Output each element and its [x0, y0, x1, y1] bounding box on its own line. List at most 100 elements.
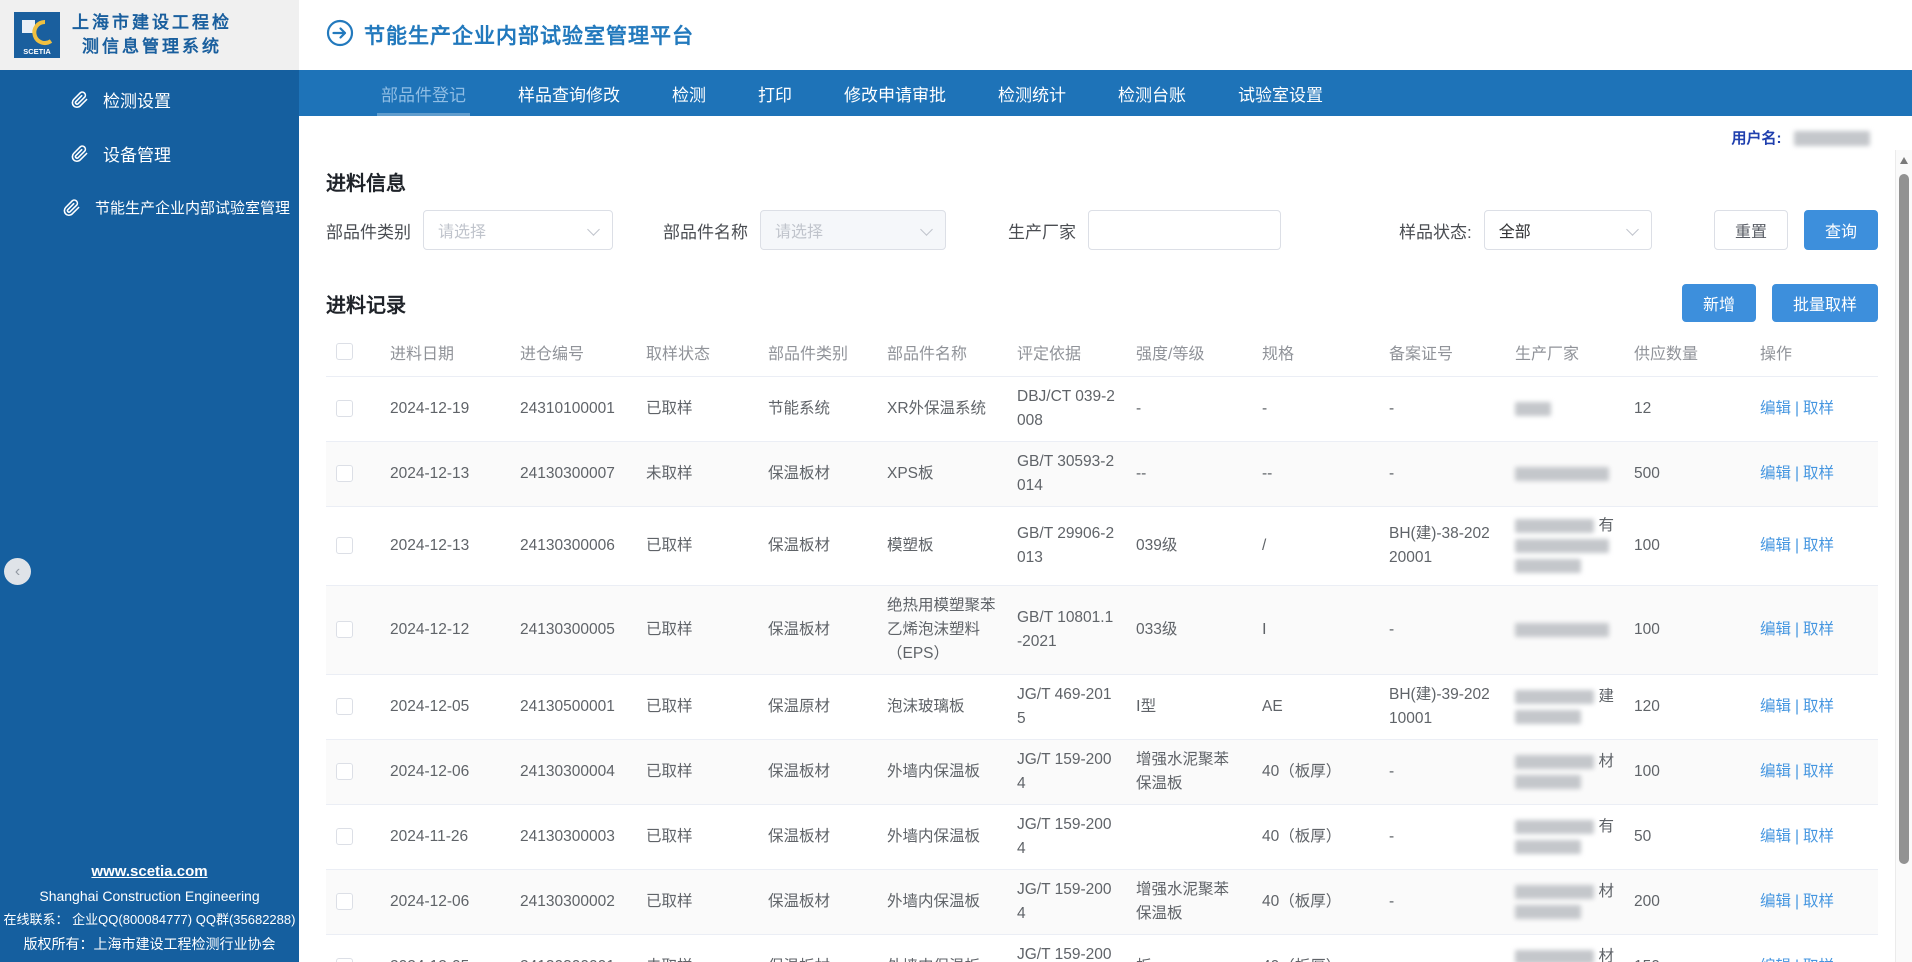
edit-link[interactable]: 编辑	[1760, 893, 1791, 910]
records-header: 进料记录 新增 批量取样	[326, 284, 1878, 322]
manufacturer-redacted: 有	[1515, 818, 1614, 836]
cell-cert: -	[1379, 934, 1505, 962]
edit-link[interactable]: 编辑	[1760, 621, 1791, 638]
sidebar-item-2[interactable]: 设备管理	[0, 126, 299, 180]
scetia-logo-icon: SCETIA	[14, 12, 60, 58]
cell-grade: 033级	[1126, 585, 1252, 675]
username-redacted	[1794, 131, 1870, 147]
sample-link[interactable]: 取样	[1803, 400, 1834, 417]
cell-cert: BH(建)-38-20220001	[1379, 506, 1505, 586]
cell-category: 保温板材	[758, 585, 877, 675]
nav-tab-5[interactable]: 修改申请审批	[818, 70, 972, 116]
cell-actions: 编辑|取样	[1750, 376, 1878, 442]
sidebar-collapse-button[interactable]: ‹	[4, 558, 31, 585]
nav-tab-1[interactable]: 部品件登记	[355, 70, 492, 116]
manufacturer-label: 生产厂家	[1008, 222, 1076, 242]
column-header-5: 部品件名称	[877, 332, 1007, 377]
system-title: 上海市建设工程检 测信息管理系统	[72, 13, 232, 56]
filter-row: 部品件类别 请选择 部品件名称 请选择 生产厂家 样品状态: 全部 重置 查询	[326, 210, 1878, 250]
user-row: 用户名:	[326, 127, 1878, 149]
scrollbar[interactable]	[1895, 150, 1912, 962]
nav-tab-6[interactable]: 检测统计	[972, 70, 1092, 116]
row-checkbox[interactable]	[336, 828, 353, 846]
column-header-7: 强度/等级	[1126, 332, 1252, 377]
sample-link[interactable]: 取样	[1803, 893, 1834, 910]
row-checkbox[interactable]	[336, 465, 353, 483]
category-select[interactable]: 请选择	[423, 210, 613, 250]
manufacturer-redacted	[1515, 537, 1614, 555]
batch-sample-button[interactable]: 批量取样	[1771, 284, 1878, 322]
edit-link[interactable]: 编辑	[1760, 828, 1791, 845]
cell-actions: 编辑|取样	[1750, 674, 1878, 740]
edit-link[interactable]: 编辑	[1760, 400, 1791, 417]
scrollbar-thumb[interactable]	[1899, 174, 1909, 864]
website-link[interactable]: www.scetia.com	[0, 860, 299, 884]
row-checkbox[interactable]	[336, 400, 353, 418]
sample-link[interactable]: 取样	[1803, 763, 1834, 780]
cell-date: 2024-12-06	[380, 739, 510, 805]
cell-code: 24130300004	[510, 739, 636, 805]
cell-date: 2024-12-19	[380, 376, 510, 442]
cell-grade: 板	[1126, 934, 1252, 962]
cell-cert: -	[1379, 739, 1505, 805]
sample-link[interactable]: 取样	[1803, 465, 1834, 482]
nav-tab-2[interactable]: 样品查询修改	[492, 70, 646, 116]
edit-link[interactable]: 编辑	[1760, 698, 1791, 715]
cell-sampling-status: 已取样	[636, 804, 758, 870]
manufacturer-redacted	[1515, 903, 1614, 921]
cell-manufacturer: 建	[1505, 674, 1624, 740]
sample-link[interactable]: 取样	[1803, 958, 1834, 962]
nav-tab-4[interactable]: 打印	[732, 70, 818, 116]
column-header-2: 进仓编号	[510, 332, 636, 377]
cell-spec: /	[1252, 506, 1379, 586]
cell-spec: Ⅰ	[1252, 585, 1379, 675]
nav-tab-3[interactable]: 检测	[646, 70, 732, 116]
nav-tab-7[interactable]: 检测台账	[1092, 70, 1212, 116]
sample-link[interactable]: 取样	[1803, 621, 1834, 638]
row-checkbox[interactable]	[336, 698, 353, 716]
manufacturer-redacted	[1515, 708, 1614, 726]
cell-sampling-status: 已取样	[636, 674, 758, 740]
part-name-select[interactable]: 请选择	[760, 210, 946, 250]
edit-link[interactable]: 编辑	[1760, 465, 1791, 482]
manufacturer-input[interactable]	[1088, 210, 1281, 250]
nav-tab-8[interactable]: 试验室设置	[1212, 70, 1349, 116]
manufacturer-redacted: 有	[1515, 517, 1614, 535]
sample-link[interactable]: 取样	[1803, 698, 1834, 715]
cell-manufacturer: 有	[1505, 804, 1624, 870]
cell-actions: 编辑|取样	[1750, 934, 1878, 962]
row-checkbox[interactable]	[336, 537, 353, 555]
brand-block: SCETIA 上海市建设工程检 测信息管理系统	[0, 0, 299, 70]
cell-basis: GB/T 10801.1-2021	[1007, 585, 1126, 675]
table-row-3: 2024-12-13 24130300006 已取样 保温板材 模塑板 GB/T 2990…	[326, 506, 1878, 586]
row-checkbox[interactable]	[336, 763, 353, 781]
cell-basis: GB/T 30593-2014	[1007, 441, 1126, 507]
sidebar-item-1[interactable]: 检测设置	[0, 72, 299, 126]
cell-qty: 200	[1624, 869, 1750, 935]
records-table: 进料日期 进仓编号 取样状态 部品件类别 部品件名称 评定依据 强度/等级 规格 备案证号 生产厂…	[326, 332, 1878, 962]
cell-cert: -	[1379, 804, 1505, 870]
table-header-row: 进料日期 进仓编号 取样状态 部品件类别 部品件名称 评定依据 强度/等级 规格 备案证号 生产厂…	[326, 332, 1878, 377]
sample-link[interactable]: 取样	[1803, 537, 1834, 554]
select-all-checkbox[interactable]	[336, 343, 353, 361]
cell-qty: 100	[1624, 739, 1750, 805]
add-button[interactable]: 新增	[1681, 284, 1756, 322]
sample-link[interactable]: 取样	[1803, 828, 1834, 845]
row-checkbox[interactable]	[336, 893, 353, 911]
cell-code: 24130300002	[510, 869, 636, 935]
status-select[interactable]: 全部	[1483, 210, 1652, 250]
edit-link[interactable]: 编辑	[1760, 537, 1791, 554]
top-header: SCETIA 上海市建设工程检 测信息管理系统 节能生产企业内部试验室管理平台	[0, 0, 1912, 70]
reset-button[interactable]: 重置	[1713, 210, 1788, 250]
cell-basis: JG/T 469-2015	[1007, 674, 1126, 740]
scroll-up-arrow-icon[interactable]	[1900, 157, 1908, 164]
search-button[interactable]: 查询	[1803, 210, 1878, 250]
manufacturer-redacted	[1515, 557, 1614, 575]
link-icon	[71, 90, 88, 108]
edit-link[interactable]: 编辑	[1760, 958, 1791, 962]
cell-basis: GB/T 29906-2013	[1007, 506, 1126, 586]
row-checkbox[interactable]	[336, 958, 353, 962]
edit-link[interactable]: 编辑	[1760, 763, 1791, 780]
sidebar-item-3[interactable]: 节能生产企业内部试验室管理	[0, 180, 299, 234]
row-checkbox[interactable]	[336, 621, 353, 639]
